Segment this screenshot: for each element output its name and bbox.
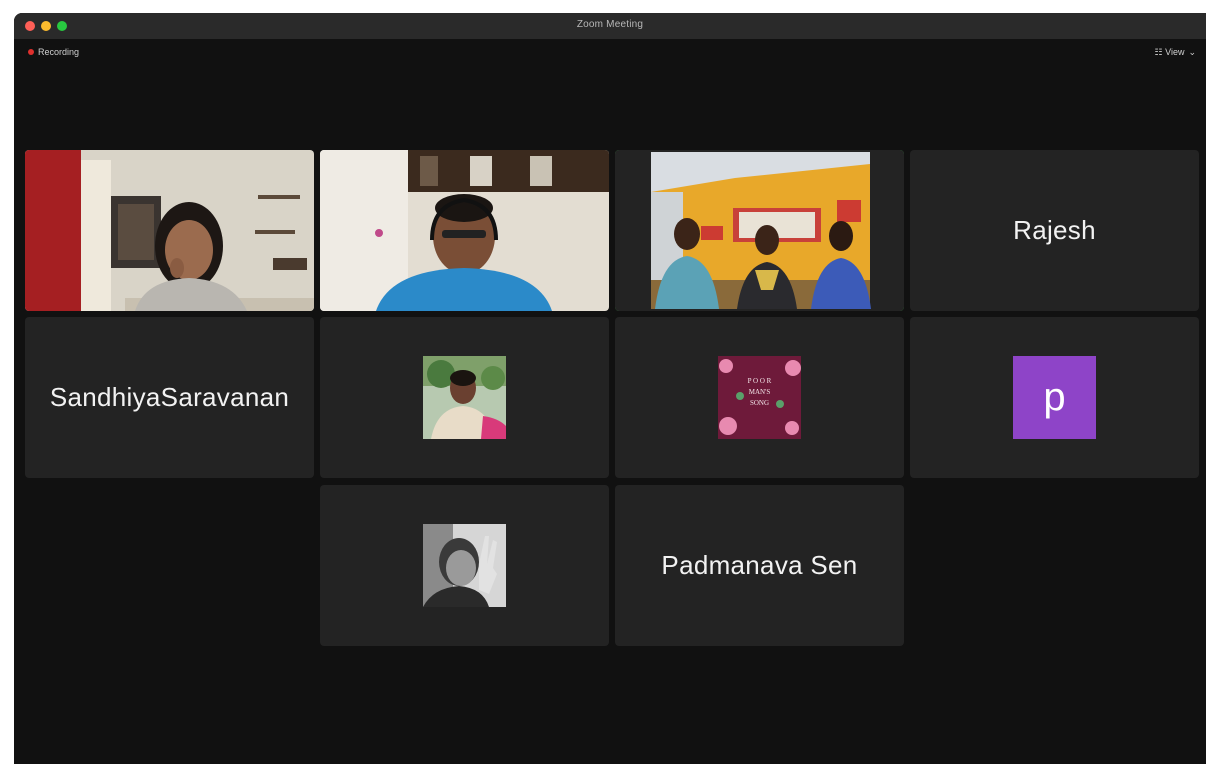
title-bar: Zoom Meeting bbox=[14, 13, 1206, 39]
book-title-line3: SONG bbox=[749, 399, 770, 407]
letter-avatar: p bbox=[1013, 356, 1096, 439]
zoom-window: Zoom Meeting Recording ☷ View ⌄ Rajesh S… bbox=[14, 13, 1206, 764]
participant-tile-padmanava[interactable]: Padmanava Sen bbox=[615, 485, 904, 646]
window-title: Zoom Meeting bbox=[576, 19, 644, 30]
book-title-line1: P O O R bbox=[747, 377, 772, 385]
recording-label: Recording bbox=[38, 47, 80, 57]
participant-name: Rajesh bbox=[1013, 215, 1096, 245]
video-tile-woman[interactable] bbox=[25, 150, 314, 311]
video-tile-man-headset[interactable] bbox=[320, 150, 609, 311]
participant-tile-photo-man[interactable] bbox=[320, 317, 609, 478]
book-cover-avatar: P O O R MAN'S SONG bbox=[718, 356, 801, 439]
chevron-down-icon: ⌄ bbox=[1188, 47, 1196, 57]
participant-name: SandhiyaSaravanan bbox=[49, 382, 290, 412]
view-button[interactable]: ☷ View ⌄ bbox=[1155, 47, 1196, 58]
participant-tile-bw-photo[interactable] bbox=[320, 485, 609, 646]
recording-indicator[interactable]: Recording bbox=[28, 47, 79, 57]
video-feed-woman bbox=[25, 150, 314, 311]
participant-tile-sandhiya[interactable]: SandhiyaSaravanan bbox=[25, 317, 314, 478]
profile-photo-avatar-bw bbox=[423, 524, 506, 607]
video-feed-classroom bbox=[615, 150, 904, 311]
participant-tile-book-cover[interactable]: P O O R MAN'S SONG bbox=[615, 317, 904, 478]
participant-tile-rajesh[interactable]: Rajesh bbox=[910, 150, 1199, 311]
participant-name: Padmanava Sen bbox=[661, 550, 858, 580]
participant-tile-p[interactable]: p bbox=[910, 317, 1199, 478]
video-tile-classroom[interactable] bbox=[615, 150, 904, 311]
profile-photo-avatar bbox=[423, 356, 506, 439]
video-feed-man-headset bbox=[320, 150, 609, 311]
recording-dot-icon bbox=[28, 49, 34, 55]
book-title-line2: MAN'S bbox=[748, 388, 771, 396]
view-label: ☷ View bbox=[1154, 47, 1185, 57]
